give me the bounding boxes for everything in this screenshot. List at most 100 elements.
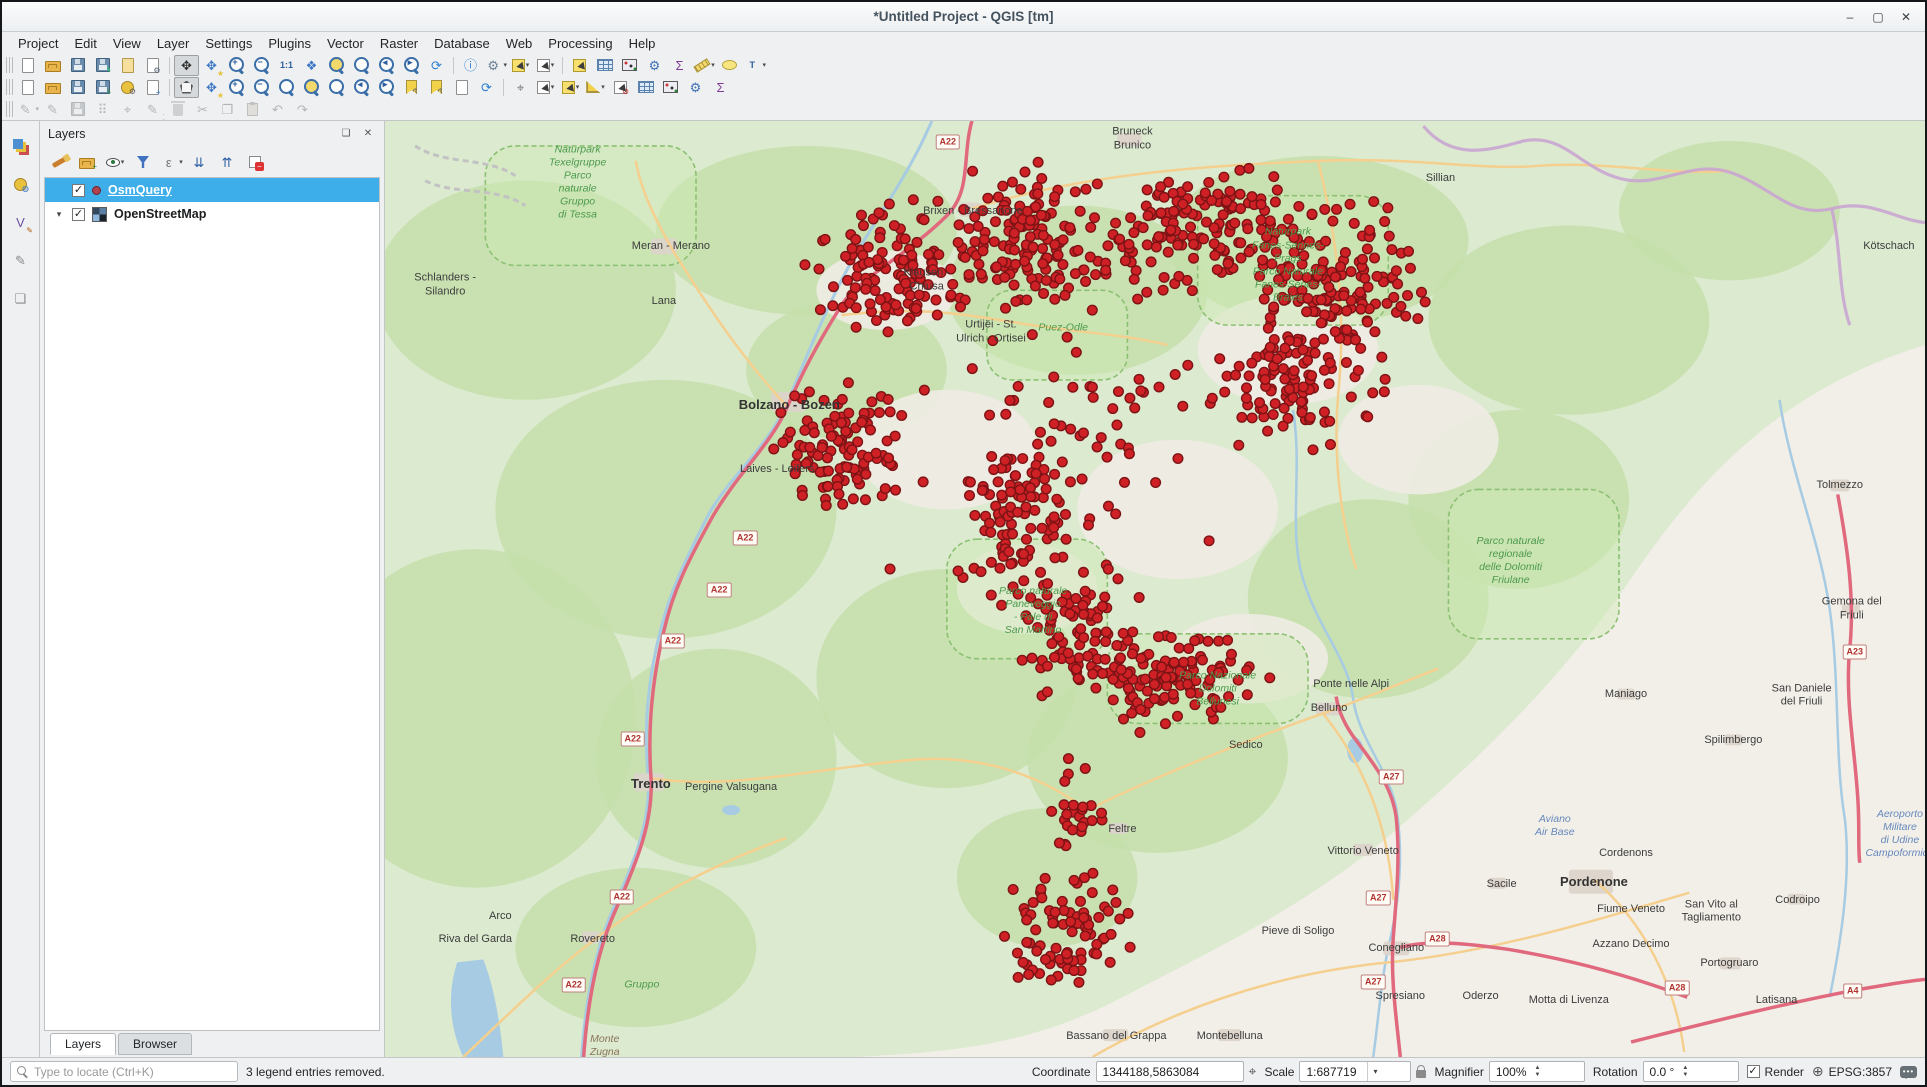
paste-features-button[interactable] [240, 99, 265, 120]
coordinate-box[interactable]: 1344188,5863084 [1096, 1061, 1244, 1082]
collapse-all-button[interactable]: ⇈ [214, 150, 240, 174]
messages-icon[interactable]: ••• [1900, 1066, 1917, 1078]
show-spatial-bookmarks-button[interactable]: ⚙ [424, 77, 449, 98]
style-manager-button[interactable] [15, 77, 40, 98]
locator-bar[interactable] [10, 1061, 238, 1082]
temporal-controller-button[interactable] [449, 77, 474, 98]
open-project-button[interactable] [40, 55, 65, 76]
statistical-summary-button[interactable]: Σ [667, 55, 692, 76]
field-calculator-2-button[interactable] [658, 77, 683, 98]
redo-button[interactable]: ↷ [290, 99, 315, 120]
select-by-value-button[interactable]: ▾ [533, 77, 558, 98]
zoom-to-layer-2-button[interactable] [324, 77, 349, 98]
manage-map-themes-button[interactable]: ▾ [102, 150, 128, 174]
new-project-button[interactable] [15, 55, 40, 76]
remove-layer-button[interactable] [242, 150, 268, 174]
map-tips-button[interactable] [717, 55, 742, 76]
zoom-to-selection-2-button[interactable] [299, 77, 324, 98]
processing-toolbox-button[interactable]: ⚙ [642, 55, 667, 76]
globe-crs-icon[interactable]: ⊕ [1812, 1063, 1824, 1080]
add-feature-button[interactable]: ⠿ [90, 99, 115, 120]
new-print-layout-button[interactable] [115, 55, 140, 76]
select-by-form-button[interactable] [567, 55, 592, 76]
modify-attributes-button[interactable]: ✎⁚ [140, 99, 165, 120]
copy-features-button[interactable]: ❐ [215, 99, 240, 120]
vertex-tool-button[interactable]: ⌖ [115, 99, 140, 120]
zoom-to-selection-button[interactable] [324, 55, 349, 76]
measure-line-button[interactable]: ▾ [692, 55, 717, 76]
toolbar-grip[interactable] [6, 57, 13, 73]
save-project-button[interactable] [65, 55, 90, 76]
chevron-down-icon[interactable]: ▾ [711, 61, 715, 69]
annotation-toolbox-button[interactable]: ✎ [7, 247, 35, 273]
menu-vector[interactable]: Vector [319, 34, 372, 53]
zoom-last-button[interactable]: ◂ [374, 55, 399, 76]
chevron-down-icon[interactable]: ▾ [1367, 1062, 1378, 1081]
chevron-down-icon[interactable]: ▾ [179, 158, 183, 166]
zoom-last-2-button[interactable]: ◂ [349, 77, 374, 98]
show-layout-manager-button[interactable]: ⚙ [140, 55, 165, 76]
panel-float-button[interactable]: ❏ [338, 126, 354, 142]
spin-buttons[interactable]: ▲▼ [1535, 1065, 1541, 1078]
menu-edit[interactable]: Edit [66, 34, 104, 53]
select-features-button[interactable]: ▾ [508, 55, 533, 76]
zoom-out-button[interactable]: − [249, 55, 274, 76]
processing-toolbox-2-button[interactable]: ⚙ [683, 77, 708, 98]
layer-row-openstreetmap[interactable]: ▾ ✓ OpenStreetMap [45, 202, 379, 226]
menu-raster[interactable]: Raster [372, 34, 426, 53]
menu-web[interactable]: Web [498, 34, 541, 53]
chevron-down-icon[interactable]: ▾ [121, 158, 125, 166]
new-spatial-bookmark-button[interactable]: ⚙ [399, 77, 424, 98]
menu-plugins[interactable]: Plugins [260, 34, 319, 53]
chevron-down-icon[interactable]: ▾ [503, 61, 507, 69]
minimize-button[interactable]: – [1843, 10, 1857, 24]
zoom-full-2-button[interactable] [274, 77, 299, 98]
open-data-source-button[interactable] [40, 77, 65, 98]
select-by-expression-button[interactable]: ▾ [558, 77, 583, 98]
refresh-map-2-button[interactable]: ⟳ [474, 77, 499, 98]
remove-selection-button[interactable]: ⊘ [608, 77, 633, 98]
text-annotation-button[interactable]: T▾ [742, 55, 767, 76]
filter-legend-button[interactable] [130, 150, 156, 174]
search-document-button[interactable]: + [140, 77, 165, 98]
render-checkbox[interactable]: ✓ [1747, 1065, 1760, 1078]
menu-project[interactable]: Project [10, 34, 66, 53]
rotation-spinner[interactable]: 0.0 ° ▲▼ [1643, 1061, 1739, 1082]
zoom-full-button[interactable]: ❖ [299, 55, 324, 76]
identify-features-button[interactable]: ⓘ [458, 55, 483, 76]
expand-all-button[interactable]: ⇊ [186, 150, 212, 174]
zoom-out-2-button[interactable]: − [249, 77, 274, 98]
browser-panel-button[interactable]: ◍ [7, 171, 35, 197]
add-group-button[interactable]: + [74, 150, 100, 174]
zoom-to-native-resolution-button[interactable]: ✥★ [199, 77, 224, 98]
chevron-down-icon[interactable]: ▾ [601, 83, 605, 91]
locator-input[interactable] [34, 1065, 231, 1079]
menu-view[interactable]: View [105, 34, 149, 53]
pan-to-selection-button[interactable]: ✥★ [199, 55, 224, 76]
statistics-2-button[interactable]: Σ [708, 77, 733, 98]
zoom-in-button[interactable]: + [224, 55, 249, 76]
save-edits-button[interactable]: ✎ [90, 77, 115, 98]
tab-browser[interactable]: Browser [118, 1033, 192, 1055]
zoom-next-button[interactable]: ▸ [399, 55, 424, 76]
toolbar-grip[interactable] [6, 79, 13, 95]
extents-toggle-icon[interactable]: ⌖ [1249, 1063, 1257, 1080]
open-attribute-table-button[interactable] [592, 55, 617, 76]
zoom-next-2-button[interactable]: ▸ [374, 77, 399, 98]
save-project-as-button[interactable]: ✎ [90, 55, 115, 76]
toolbar-grip[interactable] [6, 101, 13, 117]
select-by-polygon-button[interactable] [174, 77, 199, 98]
field-calculator-button[interactable] [617, 55, 642, 76]
panel-close-button[interactable]: ✕ [360, 126, 376, 142]
chevron-down-icon[interactable]: ▾ [762, 61, 766, 69]
spin-buttons[interactable]: ▲▼ [1682, 1065, 1688, 1078]
open-layer-styling-button[interactable] [46, 150, 72, 174]
save-layer-edits-button[interactable] [65, 99, 90, 120]
query-toolbox-button[interactable]: ❏ [7, 285, 35, 311]
chevron-down-icon[interactable]: ▾ [35, 105, 39, 113]
menu-processing[interactable]: Processing [540, 34, 620, 53]
layer-checkbox[interactable]: ✓ [72, 184, 85, 197]
clip-tool-button[interactable]: ▾ [583, 77, 608, 98]
run-feature-action-button[interactable]: ⚙▾ [483, 55, 508, 76]
map-canvas[interactable]: Naturpark Texelgruppe Parco naturale Gru… [385, 121, 1925, 1057]
